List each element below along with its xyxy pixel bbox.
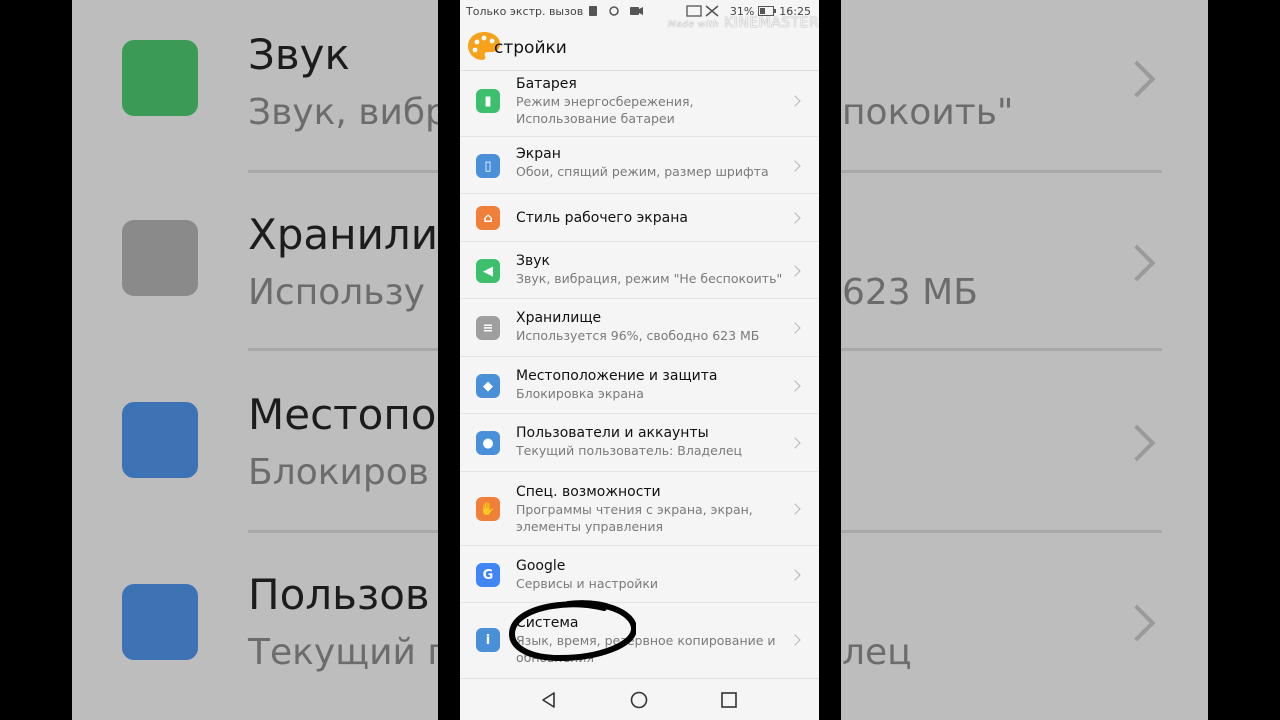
item-title: Пользователи и аккаунты [516,425,709,441]
bg-sound-icon [122,40,198,116]
settings-item-home-style[interactable]: ⌂ Стиль рабочего экрана [460,194,819,242]
item-title: Местоположение и защита [516,368,718,384]
bg-row-right-text: 623 МБ [842,272,978,313]
chevron-right-icon [789,634,801,646]
watermark-prefix: Made with [668,20,719,30]
app-header: стройки [460,24,819,71]
bg-row-title: Пользов [248,570,430,619]
carrier-text: Только экстр. вызов [466,5,584,18]
item-title: Звук [516,253,550,269]
settings-list: ▮ Батарея Режим энергосбережения, Исполь… [460,71,819,677]
hand-drawn-circle-annotation [508,600,636,662]
item-title: Хранилище [516,310,602,326]
bg-shield-icon [122,402,198,478]
settings-item-google[interactable]: G Google Сервисы и настройки [460,546,819,603]
home-style-icon: ⌂ [476,206,500,230]
bg-row-title: Хранили [248,210,439,259]
settings-item-location-security[interactable]: ◆ Местоположение и защита Блокировка экр… [460,357,819,414]
chevron-right-icon [789,503,801,515]
storage-icon: ≡ [476,316,500,340]
recents-icon[interactable] [720,691,738,709]
bg-chevron-icon [1118,424,1156,462]
settings-item-screen[interactable]: ▯ Экран Обои, спящий режим, размер шрифт… [460,137,819,194]
system-info-icon: i [476,628,500,652]
home-icon[interactable] [630,691,648,709]
page-title: стройки [494,38,567,58]
chevron-right-icon [789,265,801,277]
google-icon: G [476,563,500,587]
settings-item-users-accounts[interactable]: ● Пользователи и аккаунты Текущий пользо… [460,414,819,472]
chevron-right-icon [789,569,801,581]
accessibility-hand-icon: ✋ [476,497,500,521]
settings-item-accessibility[interactable]: ✋ Спец. возможности Программы чтения с э… [460,472,819,546]
chevron-right-icon [789,95,801,107]
user-icon: ● [476,431,500,455]
settings-item-battery[interactable]: ▮ Батарея Режим энергосбережения, Исполь… [460,71,819,137]
navigation-bar [460,678,819,720]
screen-icon: ▯ [476,154,500,178]
bg-row-right-text: покоить" [842,92,1014,133]
item-subtitle: Режим энергосбережения, Использование ба… [516,94,694,126]
item-title: Спец. возможности [516,484,661,500]
bg-chevron-icon [1118,244,1156,282]
item-subtitle: Сервисы и настройки [516,576,659,591]
item-subtitle: Обои, спящий режим, размер шрифта [516,164,769,179]
bg-user-icon [122,584,198,660]
settings-item-sound[interactable]: ◀ Звук Звук, вибрация, режим "Не беспоко… [460,242,819,299]
chevron-right-icon [789,212,801,224]
item-subtitle: Блокировка экрана [516,386,644,401]
bg-row-subtitle: Звук, вибр [248,92,448,133]
settings-item-storage[interactable]: ≡ Хранилище Используется 96%, свободно 6… [460,299,819,357]
item-title: Батарея [516,76,577,92]
bg-row-subtitle: Использу [248,272,425,313]
bg-chevron-icon [1118,60,1156,98]
bg-row-title: Местопо [248,390,437,439]
item-title: Google [516,558,566,574]
sound-icon: ◀ [476,259,500,283]
battery-icon: ▮ [476,89,500,113]
chevron-right-icon [789,160,801,172]
phone-frame: Только экстр. вызов 31% 16:25 стройки ▮ … [438,0,841,720]
sim-screenshot-camera-icons [589,6,643,16]
item-subtitle: Звук, вибрация, режим "Не беспокоить" [516,271,783,286]
shield-icon: ◆ [476,374,500,398]
item-title: Экран [516,146,561,162]
bg-chevron-icon [1118,604,1156,642]
bg-row-subtitle: Блокиров [248,452,429,493]
item-subtitle: Текущий пользователь: Владелец [516,443,743,458]
watermark: Made with KINEMASTER [668,15,819,31]
chevron-right-icon [789,380,801,392]
bg-storage-icon [122,220,198,296]
bg-row-right-text: лец [842,632,912,673]
chevron-right-icon [789,322,801,334]
status-icons [588,5,644,20]
watermark-brand: KINEMASTER [723,15,819,31]
chevron-right-icon [789,437,801,449]
bg-row-subtitle: Текущий п [248,632,451,673]
back-icon[interactable] [540,691,558,709]
item-title: Стиль рабочего экрана [516,210,688,226]
item-subtitle: Используется 96%, свободно 623 МБ [516,328,760,343]
item-subtitle: Программы чтения с экрана, экран, элемен… [516,502,753,534]
bg-row-title: Звук [248,30,350,79]
